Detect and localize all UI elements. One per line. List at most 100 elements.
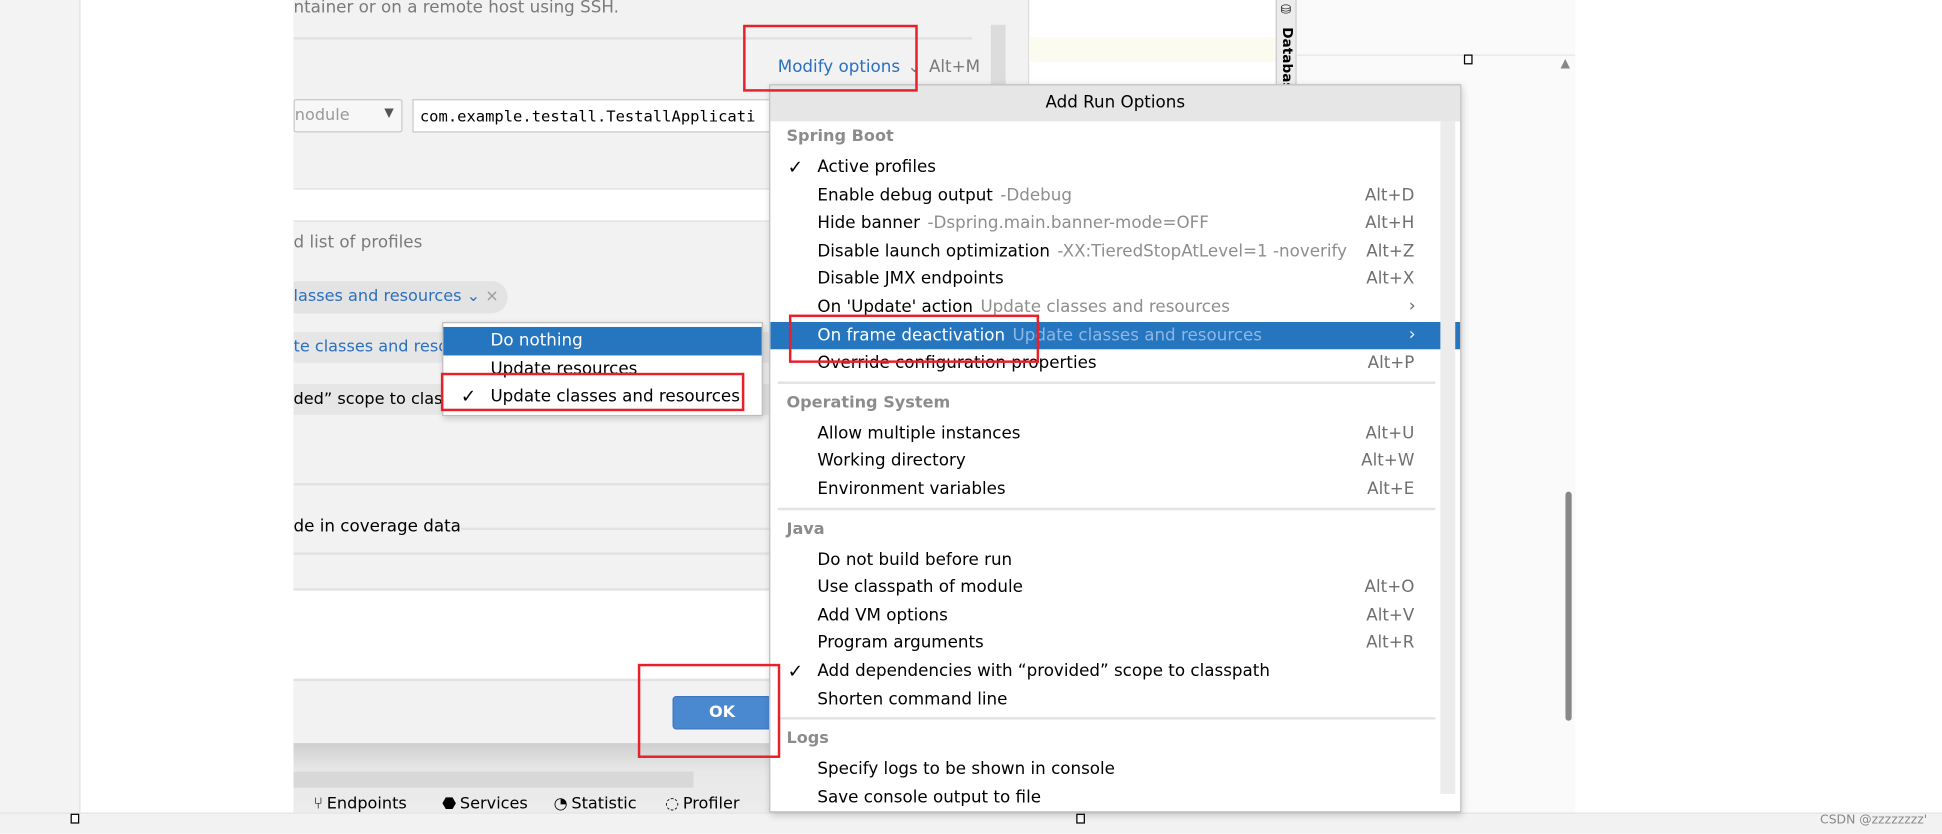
menu-item[interactable]: ✓ Active profiles <box>770 154 1460 182</box>
chevron-right-icon: › <box>1408 295 1416 316</box>
menu-item-label: Program arguments <box>817 633 984 654</box>
statistic-icon: ◔ <box>553 795 568 814</box>
page-background <box>1575 0 1942 813</box>
menu-item[interactable]: Allow multiple instances Alt+U <box>770 420 1460 448</box>
menu-item-hint: -XX:TieredStopAtLevel=1 -noverify <box>1057 241 1348 262</box>
menu-item-label: Hide banner <box>817 213 921 234</box>
services-icon: ⬣ <box>442 795 457 814</box>
menu-item[interactable]: ✓ Add dependencies with “provided” scope … <box>770 658 1460 686</box>
tab-profiler[interactable]: ◌ Profiler <box>665 795 739 814</box>
menu-item-shortcut: Alt+Z <box>1366 241 1415 262</box>
update-action-chip[interactable]: lasses and resources ⌄ × <box>293 281 508 314</box>
menu-item-label: Shorten command line <box>817 689 1008 710</box>
menu-item[interactable]: Add VM options Alt+V <box>770 602 1460 630</box>
main-class-field[interactable]: com.example.testall.TestallApplicati <box>412 99 784 133</box>
menu-item-shortcut: Alt+V <box>1366 605 1415 626</box>
menu-item[interactable]: Use classpath of module Alt+O <box>770 574 1460 602</box>
menu-item[interactable]: Program arguments Alt+R <box>770 630 1460 658</box>
menu-item[interactable]: Disable JMX endpoints Alt+X <box>770 266 1460 294</box>
dropdown-arrow-icon: ▼ <box>384 106 394 121</box>
section-spring-boot: Spring Boot <box>786 127 894 147</box>
check-icon: ✓ <box>787 660 804 683</box>
menu-item-label: Working directory <box>817 451 966 472</box>
menu-item[interactable]: Disable launch optimization -XX:TieredSto… <box>770 238 1460 266</box>
menu-item-shortcut: Alt+X <box>1366 269 1415 290</box>
menu-item-hint: -Dspring.main.banner-mode=OFF <box>927 213 1209 234</box>
resize-handle[interactable] <box>1076 813 1085 824</box>
menu-item-label: Allow multiple instances <box>817 423 1021 444</box>
menu-item-hint: Update classes and resources <box>1012 325 1263 345</box>
tab-services[interactable]: ⬣ Services <box>442 795 528 814</box>
menu-item[interactable]: Do not build before run <box>770 546 1460 574</box>
tab-label: Services <box>459 795 528 814</box>
menu-item[interactable]: Shorten command line <box>770 686 1460 714</box>
menu-item-label: Do not build before run <box>817 549 1013 570</box>
menu-item-shortcut: Alt+D <box>1364 185 1415 206</box>
tab-statistic[interactable]: ◔ Statistic <box>554 795 637 814</box>
menu-item[interactable]: Specify logs to be shown in console <box>770 756 1460 784</box>
vm-options-field[interactable] <box>293 188 777 222</box>
menu-item-shortcut: Alt+U <box>1365 423 1415 444</box>
watermark: CSDN @zzzzzzzz' <box>1820 813 1928 828</box>
modify-options-shortcut: Alt+M <box>928 56 981 77</box>
dialog-description: ntainer or on a remote host using SSH. <box>293 0 619 18</box>
menu-item-shortcut: Alt+P <box>1367 353 1415 373</box>
menu-item-shortcut: Alt+E <box>1367 479 1415 500</box>
module-combo-value: nodule <box>294 106 350 126</box>
module-combo[interactable]: nodule ▼ <box>293 99 403 133</box>
scroll-up-icon[interactable]: ▲ <box>1561 57 1571 71</box>
tab-label: Statistic <box>571 795 637 814</box>
close-icon[interactable]: × <box>485 287 499 306</box>
annotation-box <box>440 372 745 412</box>
menu-item-label: Enable debug output <box>817 185 993 206</box>
menu-item-label: Disable launch optimization <box>817 241 1050 262</box>
menu-item-label: Disable JMX endpoints <box>817 269 1004 290</box>
section-java: Java <box>786 519 825 539</box>
submenu-item[interactable]: Do nothing <box>443 326 762 355</box>
profiles-hint: d list of profiles <box>293 232 423 253</box>
database-side-tab[interactable]: ⛁ Database <box>1275 0 1297 100</box>
menu-item-shortcut: Alt+W <box>1361 451 1415 472</box>
menu-item-label: Specify logs to be shown in console <box>817 759 1115 780</box>
scrollbar-thumb[interactable] <box>1565 491 1572 721</box>
endpoints-icon: ⑂ <box>313 795 324 814</box>
coverage-label: de in coverage data <box>293 516 461 537</box>
submenu-item-label: Do nothing <box>490 330 583 351</box>
add-run-options-popup: Add Run Options Spring Boot ✓ Active prof… <box>769 84 1462 813</box>
menu-item-hint: -Ddebug <box>1000 185 1072 206</box>
resize-handle[interactable] <box>1463 54 1473 65</box>
left-margin <box>0 0 81 813</box>
tab-label: Profiler <box>682 795 740 814</box>
menu-item-label: Active profiles <box>817 157 936 178</box>
chip-label: lasses and resources <box>293 287 462 306</box>
tab-endpoints[interactable]: ⑂ Endpoints <box>313 795 406 814</box>
blank-area <box>81 0 294 813</box>
menu-item-label: Add VM options <box>817 605 948 626</box>
check-icon: ✓ <box>787 156 804 179</box>
database-icon: ⛁ <box>1280 3 1292 18</box>
chevron-right-icon: › <box>1408 323 1416 344</box>
profiler-icon: ◌ <box>665 795 680 814</box>
menu-item-label: Use classpath of module <box>817 577 1023 598</box>
menu-item[interactable]: Hide banner -Dspring.main.banner-mode=OFF… <box>770 210 1460 238</box>
annotation-box <box>788 314 1040 363</box>
menu-item-shortcut: Alt+R <box>1366 633 1415 654</box>
menu-item[interactable]: Environment variables Alt+E <box>770 476 1460 504</box>
menu-item-shortcut: Alt+O <box>1364 577 1415 598</box>
menu-item[interactable]: Working directory Alt+W <box>770 448 1460 476</box>
popup-scrollbar[interactable] <box>1440 121 1456 794</box>
bottom-strip <box>0 812 1942 834</box>
menu-item-shortcut: Alt+H <box>1365 213 1415 234</box>
annotation-box <box>743 24 918 92</box>
section-operating-system: Operating System <box>786 393 951 413</box>
chevron-down-icon: ⌄ <box>466 287 481 306</box>
annotation-box <box>637 663 781 758</box>
menu-item-label: Environment variables <box>817 479 1006 500</box>
menu-item[interactable]: Save console output to file <box>770 784 1460 812</box>
menu-item[interactable]: Enable debug output -Ddebug Alt+D <box>770 182 1460 210</box>
resize-handle[interactable] <box>70 813 80 824</box>
menu-item-label: Add dependencies with “provided” scope t… <box>817 661 1270 682</box>
section-logs: Logs <box>786 729 829 749</box>
tab-label: Endpoints <box>326 795 407 814</box>
menu-item-label: Save console output to file <box>817 787 1041 808</box>
